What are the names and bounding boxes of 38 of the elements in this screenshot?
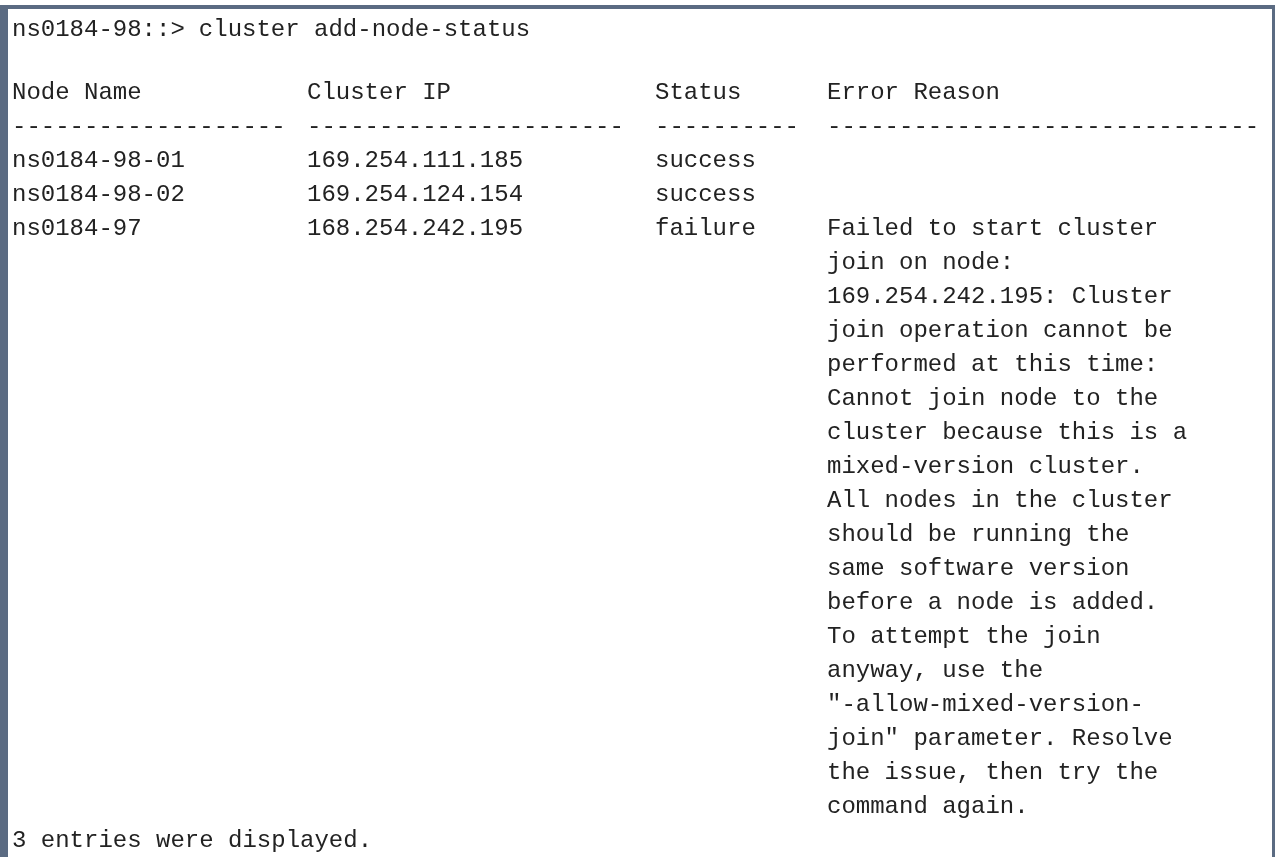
cluster-ip-cell-text: 168.254.242.195 (307, 214, 525, 244)
error-reason-line: 169.254.242.195: Cluster (827, 282, 1174, 312)
status-cell-text: failure (655, 214, 757, 244)
entries-summary: 3 entries were displayed. (12, 826, 374, 856)
error-reason-line: the issue, then try the (827, 758, 1160, 788)
error-reason-line: command again. (827, 792, 1030, 822)
header-separator: ------------------------------ (827, 112, 1261, 142)
error-reason-line: All nodes in the cluster (827, 486, 1174, 516)
node-name-cell-text: ns0184-98-02 (12, 180, 186, 210)
column-header: Error Reason (827, 78, 1001, 108)
error-reason-line: "-allow-mixed-version- (827, 690, 1145, 720)
cluster-ip-cell-text: 169.254.111.185 (307, 146, 525, 176)
status-cell-text: success (655, 146, 757, 176)
column-header: Cluster IP (307, 78, 453, 108)
error-reason-line: cluster because this is a (827, 418, 1189, 448)
error-reason-line: Cannot join node to the (827, 384, 1160, 414)
prompt: ns0184-98::> (12, 15, 185, 45)
error-reason-line: join operation cannot be (827, 316, 1174, 346)
error-reason-line: join" parameter. Resolve (827, 724, 1174, 754)
error-reason-line: anyway, use the (827, 656, 1045, 686)
header-separator: ---------------------- (307, 112, 625, 142)
node-name-cell-text: ns0184-98-01 (12, 146, 186, 176)
error-reason-line: same software version (827, 554, 1131, 584)
error-reason-line: before a node is added. (827, 588, 1160, 618)
header-separator: ---------- (655, 112, 801, 142)
cluster-ip-cell-text: 169.254.124.154 (307, 180, 525, 210)
node-name-cell-text: ns0184-97 (12, 214, 143, 244)
error-reason-line: should be running the (827, 520, 1131, 550)
column-header: Node Name (12, 78, 143, 108)
error-reason-line: join on node: (827, 248, 1016, 278)
status-cell-text: success (655, 180, 757, 210)
error-reason-line: To attempt the join (827, 622, 1102, 652)
column-header: Status (655, 78, 743, 108)
command-text: cluster add-node-status (198, 15, 531, 45)
error-reason-line: performed at this time: (827, 350, 1160, 380)
error-reason-line: Failed to start cluster (827, 214, 1160, 244)
header-separator: ------------------- (12, 112, 287, 142)
error-reason-line: mixed-version cluster. (827, 452, 1145, 482)
